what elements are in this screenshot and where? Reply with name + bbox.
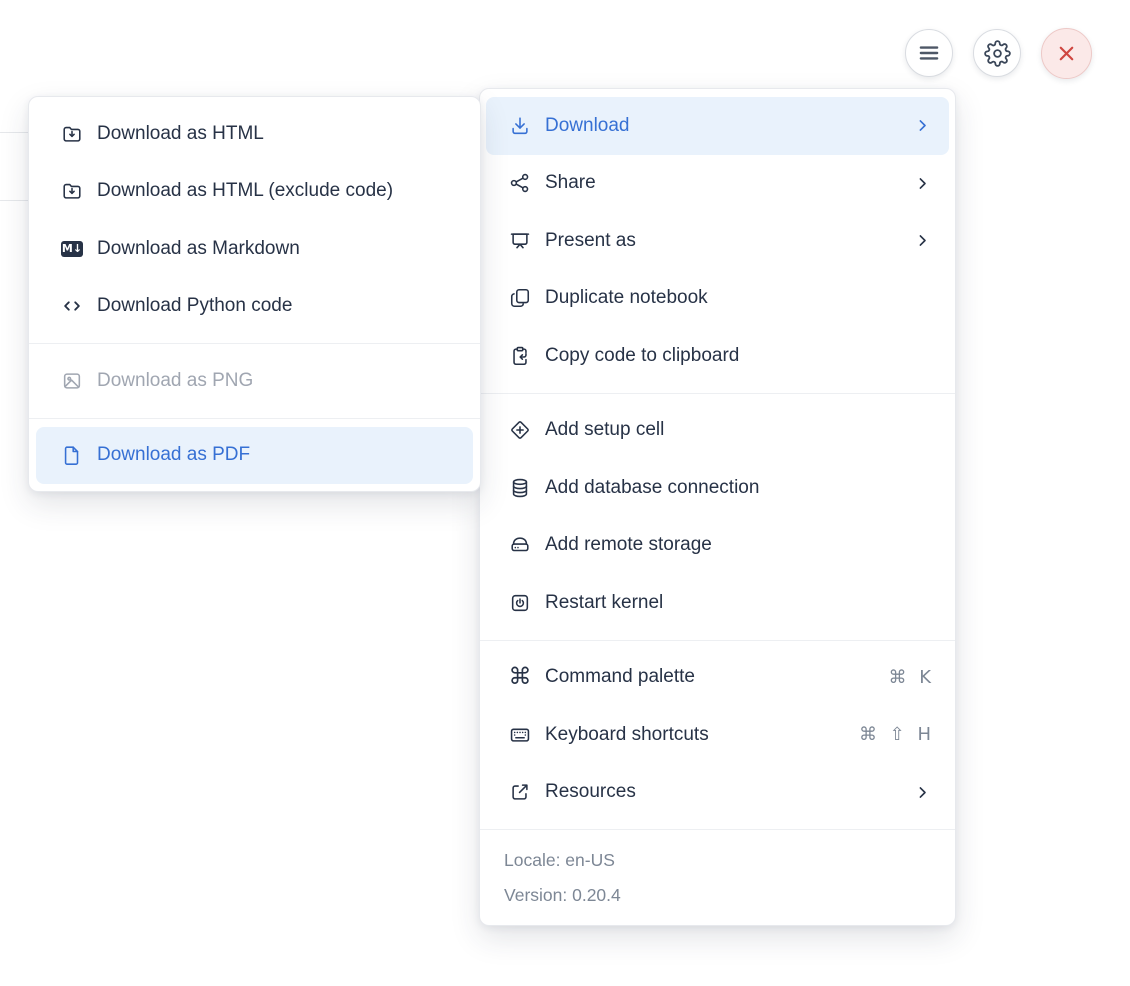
gear-icon	[983, 39, 1011, 67]
menu-item-label: Command palette	[545, 666, 695, 688]
share-icon	[509, 172, 531, 194]
close-icon	[1054, 41, 1079, 66]
close-button[interactable]	[1041, 28, 1092, 79]
download-submenu: Download as HTML Download as HTML (exclu…	[28, 96, 481, 492]
folder-download-icon	[61, 180, 83, 202]
menu-item-label: Download as HTML (exclude code)	[97, 180, 394, 202]
menu-item-label: Present as	[545, 229, 636, 251]
clipboard-icon	[509, 345, 531, 367]
folder-download-icon	[61, 123, 83, 145]
menu-item-label: Keyboard shortcuts	[545, 723, 709, 745]
menu-item-label: Add remote storage	[545, 534, 712, 556]
menu-item-label: Download as Markdown	[97, 237, 300, 259]
presentation-icon	[509, 230, 531, 252]
database-icon	[509, 477, 531, 499]
menu-item-restart-kernel[interactable]: Restart kernel	[486, 574, 949, 632]
menu-button[interactable]	[905, 29, 953, 77]
background-edge-line	[0, 132, 29, 133]
code-icon	[61, 295, 83, 317]
menu-item-label: Share	[545, 172, 596, 194]
menu-item-duplicate-notebook[interactable]: Duplicate notebook	[486, 270, 949, 328]
menu-item-keyboard-shortcuts[interactable]: Keyboard shortcuts ⌘ ⇧ H	[486, 706, 949, 764]
file-icon	[61, 444, 83, 466]
duplicate-icon	[509, 287, 531, 309]
chevron-right-icon	[914, 175, 931, 192]
menu-item-label: Add setup cell	[545, 419, 665, 441]
menu-item-download-as-png: Download as PNG	[36, 352, 473, 410]
menu-item-label: Download as PNG	[97, 369, 254, 391]
chevron-right-icon	[914, 784, 931, 801]
menu-item-label: Duplicate notebook	[545, 287, 708, 309]
menu-item-present-as[interactable]: Present as	[486, 212, 949, 270]
download-icon	[509, 115, 531, 137]
menu-item-label: Download as PDF	[97, 444, 251, 466]
menu-item-label: Restart kernel	[545, 591, 664, 613]
shortcut-text: ⌘ K	[888, 666, 931, 688]
menu-item-copy-code-to-clipboard[interactable]: Copy code to clipboard	[486, 327, 949, 385]
menu-item-label: Copy code to clipboard	[545, 344, 740, 366]
main-menu: Download Share Present as Duplicate note…	[479, 88, 956, 926]
hamburger-icon	[916, 40, 942, 66]
shortcut-text: ⌘ ⇧ H	[858, 724, 931, 746]
chevron-right-icon	[914, 232, 931, 249]
menu-item-download-python-code[interactable]: Download Python code	[36, 278, 473, 336]
menu-item-label: Add database connection	[545, 476, 760, 498]
menu-footer: Locale: en-US Version: 0.20.4	[480, 838, 955, 917]
image-icon	[61, 370, 83, 392]
settings-button[interactable]	[973, 29, 1021, 77]
menu-item-resources[interactable]: Resources	[486, 764, 949, 822]
menu-item-download-as-html[interactable]: Download as HTML	[36, 105, 473, 163]
submenu-divider	[29, 417, 480, 419]
command-icon: ⌘	[508, 664, 532, 691]
power-icon	[509, 592, 531, 614]
version-text: Version: 0.20.4	[504, 885, 621, 905]
locale-text: Locale: en-US	[504, 850, 615, 870]
menu-item-command-palette[interactable]: ⌘ Command palette ⌘ K	[486, 649, 949, 707]
menu-item-share[interactable]: Share	[486, 155, 949, 213]
menu-divider	[480, 392, 955, 394]
markdown-icon: M↓	[61, 240, 83, 257]
submenu-divider	[29, 343, 480, 344]
menu-divider	[480, 829, 955, 830]
keyboard-icon	[509, 724, 531, 746]
menu-item-download[interactable]: Download	[486, 97, 949, 155]
menu-item-download-as-markdown[interactable]: M↓ Download as Markdown	[36, 220, 473, 278]
menu-item-add-setup-cell[interactable]: Add setup cell	[486, 402, 949, 460]
storage-icon	[509, 534, 531, 556]
diamond-plus-icon	[509, 419, 531, 441]
menu-item-add-remote-storage[interactable]: Add remote storage	[486, 517, 949, 575]
menu-item-label: Download Python code	[97, 295, 293, 317]
menu-item-add-database-connection[interactable]: Add database connection	[486, 459, 949, 517]
menu-divider	[480, 639, 955, 641]
menu-item-label: Resources	[545, 781, 636, 803]
menu-item-download-as-pdf[interactable]: Download as PDF	[36, 426, 473, 484]
chevron-right-icon	[914, 117, 931, 134]
menu-item-label: Download	[545, 114, 630, 136]
external-link-icon	[509, 781, 531, 803]
menu-item-label: Download as HTML	[97, 122, 264, 144]
menu-item-download-as-html-exclude-code[interactable]: Download as HTML (exclude code)	[36, 163, 473, 221]
background-edge-line	[0, 200, 29, 201]
